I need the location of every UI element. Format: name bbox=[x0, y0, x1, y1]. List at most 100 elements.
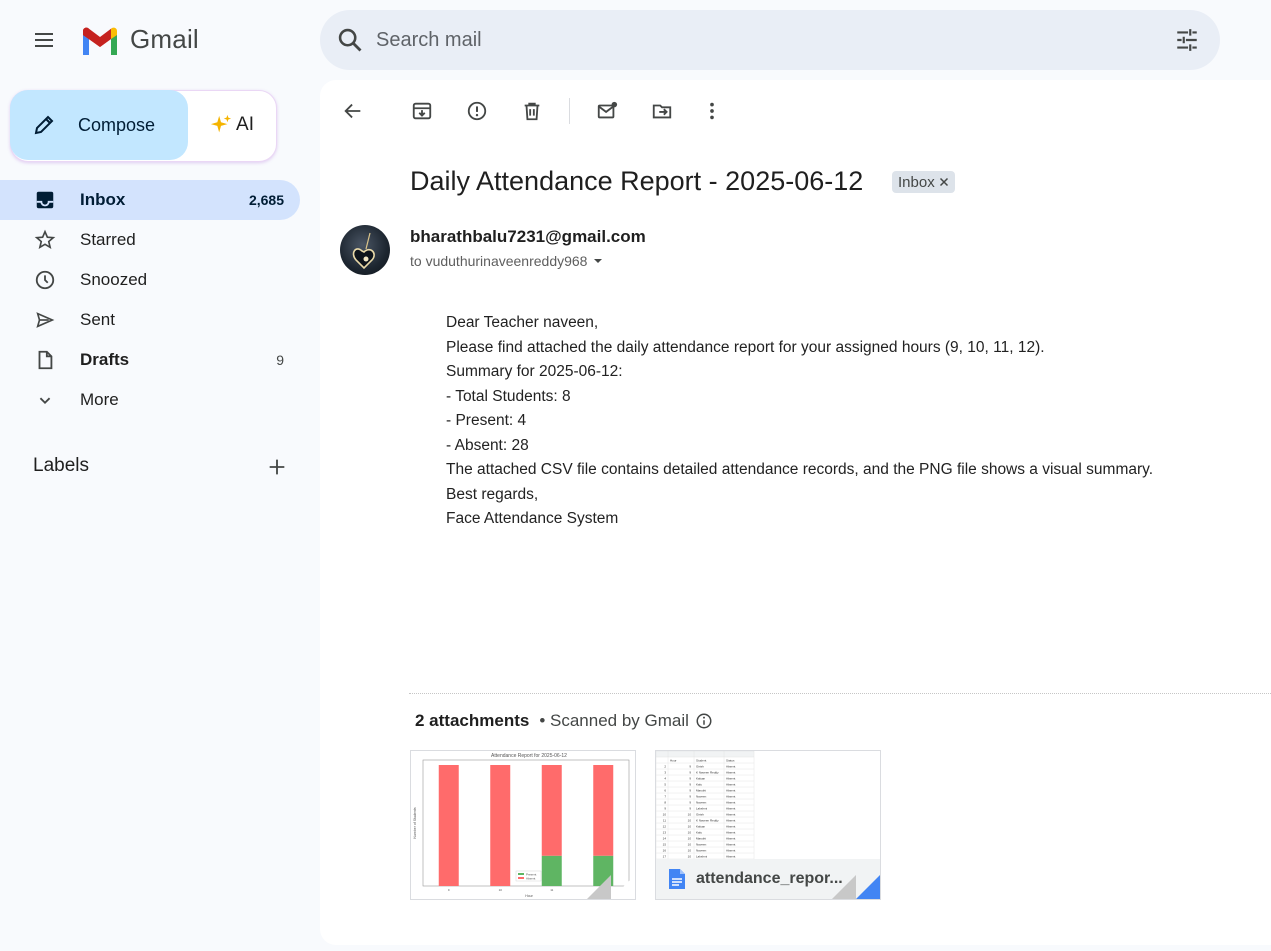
sidebar-item-drafts[interactable]: Drafts 9 bbox=[0, 340, 300, 380]
attachment-csv[interactable]: Hour Student Status 2 9 Girish Absent 3 9 K Navee… bbox=[655, 750, 881, 900]
csv-cell: Absent bbox=[726, 825, 736, 829]
csv-cell: 9 bbox=[689, 771, 691, 775]
send-icon bbox=[33, 308, 57, 332]
x-tick-label: 10 bbox=[499, 888, 503, 892]
star-icon bbox=[33, 228, 57, 252]
sender-avatar[interactable] bbox=[340, 225, 390, 275]
csv-cell: Absent bbox=[726, 789, 736, 793]
pencil-icon bbox=[34, 115, 54, 135]
back-button[interactable] bbox=[339, 97, 367, 125]
csv-cell: Absent bbox=[726, 777, 736, 781]
csv-header-cell: Student bbox=[696, 759, 707, 763]
attachment-png[interactable]: Attendance Report for 2025-06-12 Number … bbox=[410, 750, 636, 900]
csv-cell: K Naveen Reddy bbox=[696, 819, 719, 823]
attachments-divider bbox=[409, 693, 1271, 694]
csv-cell: Lakshmi bbox=[696, 855, 708, 859]
bar-absent-9 bbox=[438, 765, 459, 886]
sidebar-item-inbox[interactable]: Inbox 2,685 bbox=[0, 180, 300, 220]
body-line: Please find attached the daily attendanc… bbox=[446, 338, 1045, 356]
sidebar-item-label: Inbox bbox=[80, 190, 126, 209]
csv-cell: Maruthi bbox=[696, 789, 706, 793]
sidebar-item-label: Snoozed bbox=[80, 270, 148, 289]
archive-icon bbox=[412, 102, 432, 120]
csv-cell: 9 bbox=[689, 807, 691, 811]
csv-cell: Girish bbox=[696, 765, 704, 769]
report-icon bbox=[467, 101, 487, 121]
body-line: - Present: 4 bbox=[446, 412, 527, 429]
csv-row-number: 9 bbox=[664, 807, 666, 811]
close-icon[interactable] bbox=[939, 177, 949, 187]
csv-header-cell: Status bbox=[726, 759, 735, 763]
csv-cell: Absent bbox=[726, 843, 736, 847]
trash-icon bbox=[524, 102, 540, 121]
body-line: - Absent: 28 bbox=[446, 436, 529, 454]
sidebar-item-more[interactable]: More bbox=[0, 380, 300, 420]
csv-cell: Naveen bbox=[696, 801, 707, 805]
gmail-m-icon bbox=[83, 27, 117, 55]
hamburger-icon bbox=[35, 33, 53, 47]
csv-cell: Absent bbox=[726, 801, 736, 805]
main-menu-button[interactable] bbox=[22, 18, 66, 62]
csv-row-number: 3 bbox=[664, 771, 666, 775]
chevron-down-icon bbox=[33, 388, 57, 412]
draft-icon bbox=[33, 348, 57, 372]
body-line: The attached CSV file contains detailed … bbox=[446, 461, 1154, 478]
chart-xlabel: Hour bbox=[525, 894, 533, 898]
chart-legend: Present Absent bbox=[515, 870, 542, 882]
csv-row-number: 4 bbox=[664, 777, 666, 781]
recipient-text: to vuduthurinaveenreddy968 bbox=[410, 253, 588, 269]
inbox-label-chip[interactable]: Inbox bbox=[892, 171, 955, 193]
csv-cell: 9 bbox=[689, 789, 691, 793]
csv-row-number: 13 bbox=[663, 831, 667, 835]
search-icon[interactable] bbox=[336, 26, 364, 54]
search-bar[interactable] bbox=[320, 10, 1220, 70]
compose-button[interactable]: Compose bbox=[10, 90, 188, 160]
info-icon[interactable] bbox=[695, 712, 713, 730]
mark-unread-button[interactable] bbox=[593, 97, 621, 125]
sidebar-item-starred[interactable]: Starred bbox=[0, 220, 300, 260]
ai-button[interactable]: AI bbox=[192, 90, 272, 160]
sender-email[interactable]: bharathbalu7231@gmail.com bbox=[410, 227, 646, 247]
archive-button[interactable] bbox=[408, 97, 436, 125]
csv-cell: Absent bbox=[726, 783, 736, 787]
csv-cell: Absent bbox=[726, 795, 736, 799]
move-to-icon bbox=[652, 104, 672, 119]
recipient-line[interactable]: to vuduthurinaveenreddy968 bbox=[410, 253, 605, 269]
csv-cell: Absent bbox=[726, 807, 736, 811]
arrow-back-icon bbox=[344, 103, 361, 119]
gmail-logo[interactable]: Gmail bbox=[80, 24, 199, 55]
csv-cell: 10 bbox=[688, 813, 692, 817]
page-fold bbox=[611, 875, 635, 899]
csv-cell: Maruthi bbox=[696, 837, 706, 841]
csv-cell: 10 bbox=[688, 831, 692, 835]
more-vert-icon bbox=[710, 102, 714, 120]
body-line: Face Attendance System bbox=[446, 510, 619, 527]
more-options-button[interactable] bbox=[698, 97, 726, 125]
csv-row-number: 11 bbox=[663, 819, 666, 823]
csv-preview: Hour Student Status 2 9 Girish Absent 3 9 K Navee… bbox=[656, 751, 755, 859]
csv-row-number: 5 bbox=[664, 783, 666, 787]
inbox-icon bbox=[33, 188, 57, 212]
csv-row-number: 12 bbox=[663, 825, 667, 829]
sidebar-item-sent[interactable]: Sent bbox=[0, 300, 300, 340]
search-input[interactable] bbox=[374, 27, 1174, 53]
add-label-icon[interactable] bbox=[266, 456, 288, 478]
move-to-button[interactable] bbox=[648, 97, 676, 125]
csv-cell: Absent bbox=[726, 813, 736, 817]
csv-cell: Absent bbox=[726, 765, 736, 769]
body-line: Summary for 2025-06-12: bbox=[446, 363, 623, 380]
delete-button[interactable] bbox=[518, 97, 546, 125]
search-options-icon[interactable] bbox=[1174, 27, 1200, 53]
csv-cell: 9 bbox=[689, 795, 691, 799]
x-tick-label: 9 bbox=[448, 888, 450, 892]
report-spam-button[interactable] bbox=[463, 97, 491, 125]
csv-cell: Kalyan bbox=[696, 777, 706, 781]
csv-cell: 9 bbox=[689, 765, 691, 769]
caret-down-icon[interactable] bbox=[591, 254, 605, 268]
csv-cell: 9 bbox=[689, 801, 691, 805]
attachments-header: 2 attachments • Scanned by Gmail bbox=[415, 711, 713, 731]
clock-icon bbox=[33, 268, 57, 292]
sidebar-item-snoozed[interactable]: Snoozed bbox=[0, 260, 300, 300]
bar-absent-11 bbox=[541, 765, 562, 856]
csv-cell: Kalyan bbox=[696, 825, 706, 829]
